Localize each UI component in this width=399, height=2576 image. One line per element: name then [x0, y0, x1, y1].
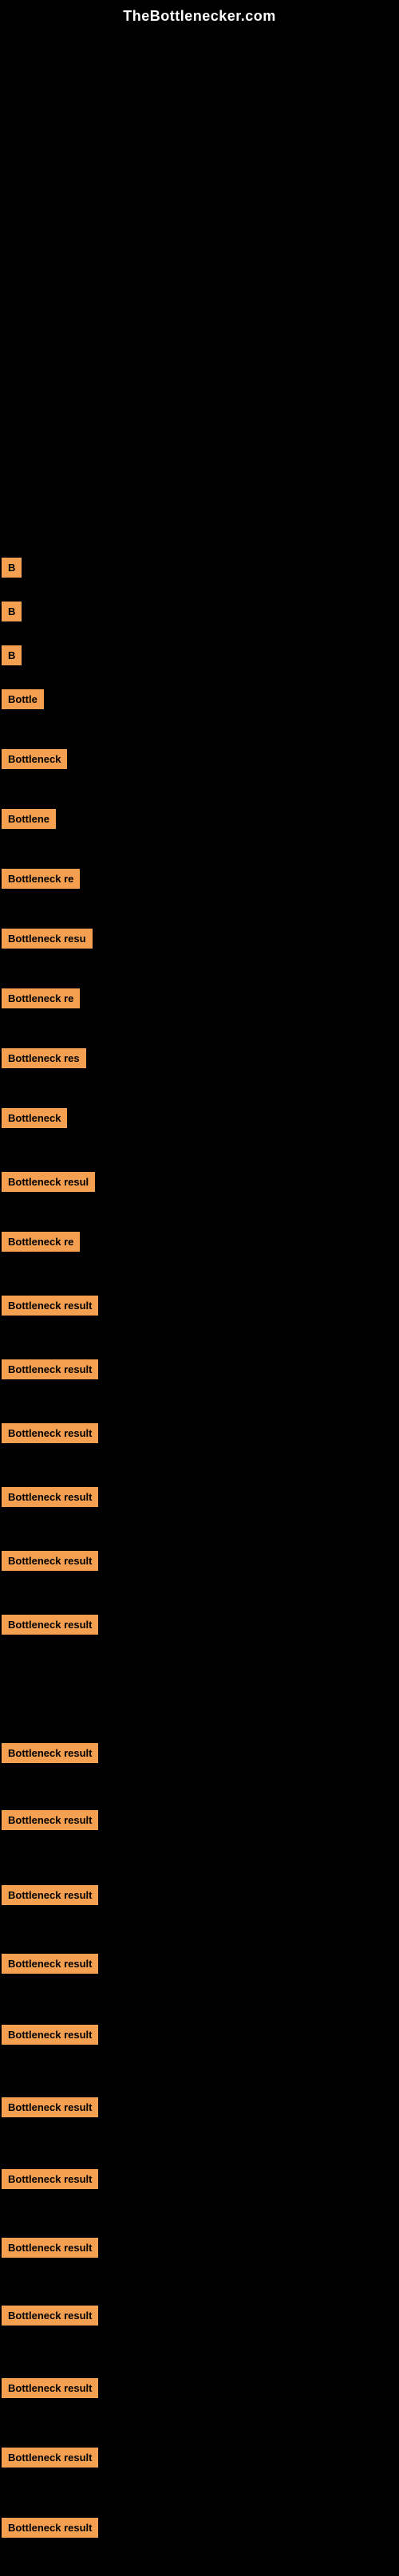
result-item-23: Bottleneck result: [2, 1954, 98, 1974]
result-item-28: Bottleneck result: [2, 2306, 98, 2326]
result-item-14: Bottleneck result: [2, 1296, 98, 1316]
result-item-21: Bottleneck result: [2, 1810, 98, 1830]
result-item-26: Bottleneck result: [2, 2169, 98, 2189]
result-item-22: Bottleneck result: [2, 1885, 98, 1905]
result-item-12: Bottleneck resul: [2, 1172, 95, 1192]
result-item-19: Bottleneck result: [2, 1615, 98, 1635]
result-item-11: Bottleneck: [2, 1108, 67, 1128]
result-item-24: Bottleneck result: [2, 2025, 98, 2045]
result-item-16: Bottleneck result: [2, 1423, 98, 1443]
result-item-17: Bottleneck result: [2, 1487, 98, 1507]
result-item-5: Bottleneck: [2, 749, 67, 769]
result-item-3: B: [2, 645, 22, 665]
result-item-8: Bottleneck resu: [2, 929, 93, 949]
result-item-15: Bottleneck result: [2, 1359, 98, 1379]
result-item-25: Bottleneck result: [2, 2097, 98, 2117]
result-item-6: Bottlene: [2, 809, 56, 829]
site-title: TheBottlenecker.com: [0, 0, 399, 31]
result-item-4: Bottle: [2, 689, 44, 709]
result-item-9: Bottleneck re: [2, 988, 80, 1008]
result-item-27: Bottleneck result: [2, 2238, 98, 2258]
result-item-20: Bottleneck result: [2, 1743, 98, 1763]
result-item-18: Bottleneck result: [2, 1551, 98, 1571]
result-item-2: B: [2, 602, 22, 621]
result-item-1: B: [2, 558, 22, 578]
result-item-7: Bottleneck re: [2, 869, 80, 889]
result-item-13: Bottleneck re: [2, 1232, 80, 1252]
result-item-10: Bottleneck res: [2, 1048, 86, 1068]
result-item-31: Bottleneck result: [2, 2518, 98, 2538]
result-item-30: Bottleneck result: [2, 2448, 98, 2468]
result-item-29: Bottleneck result: [2, 2378, 98, 2398]
